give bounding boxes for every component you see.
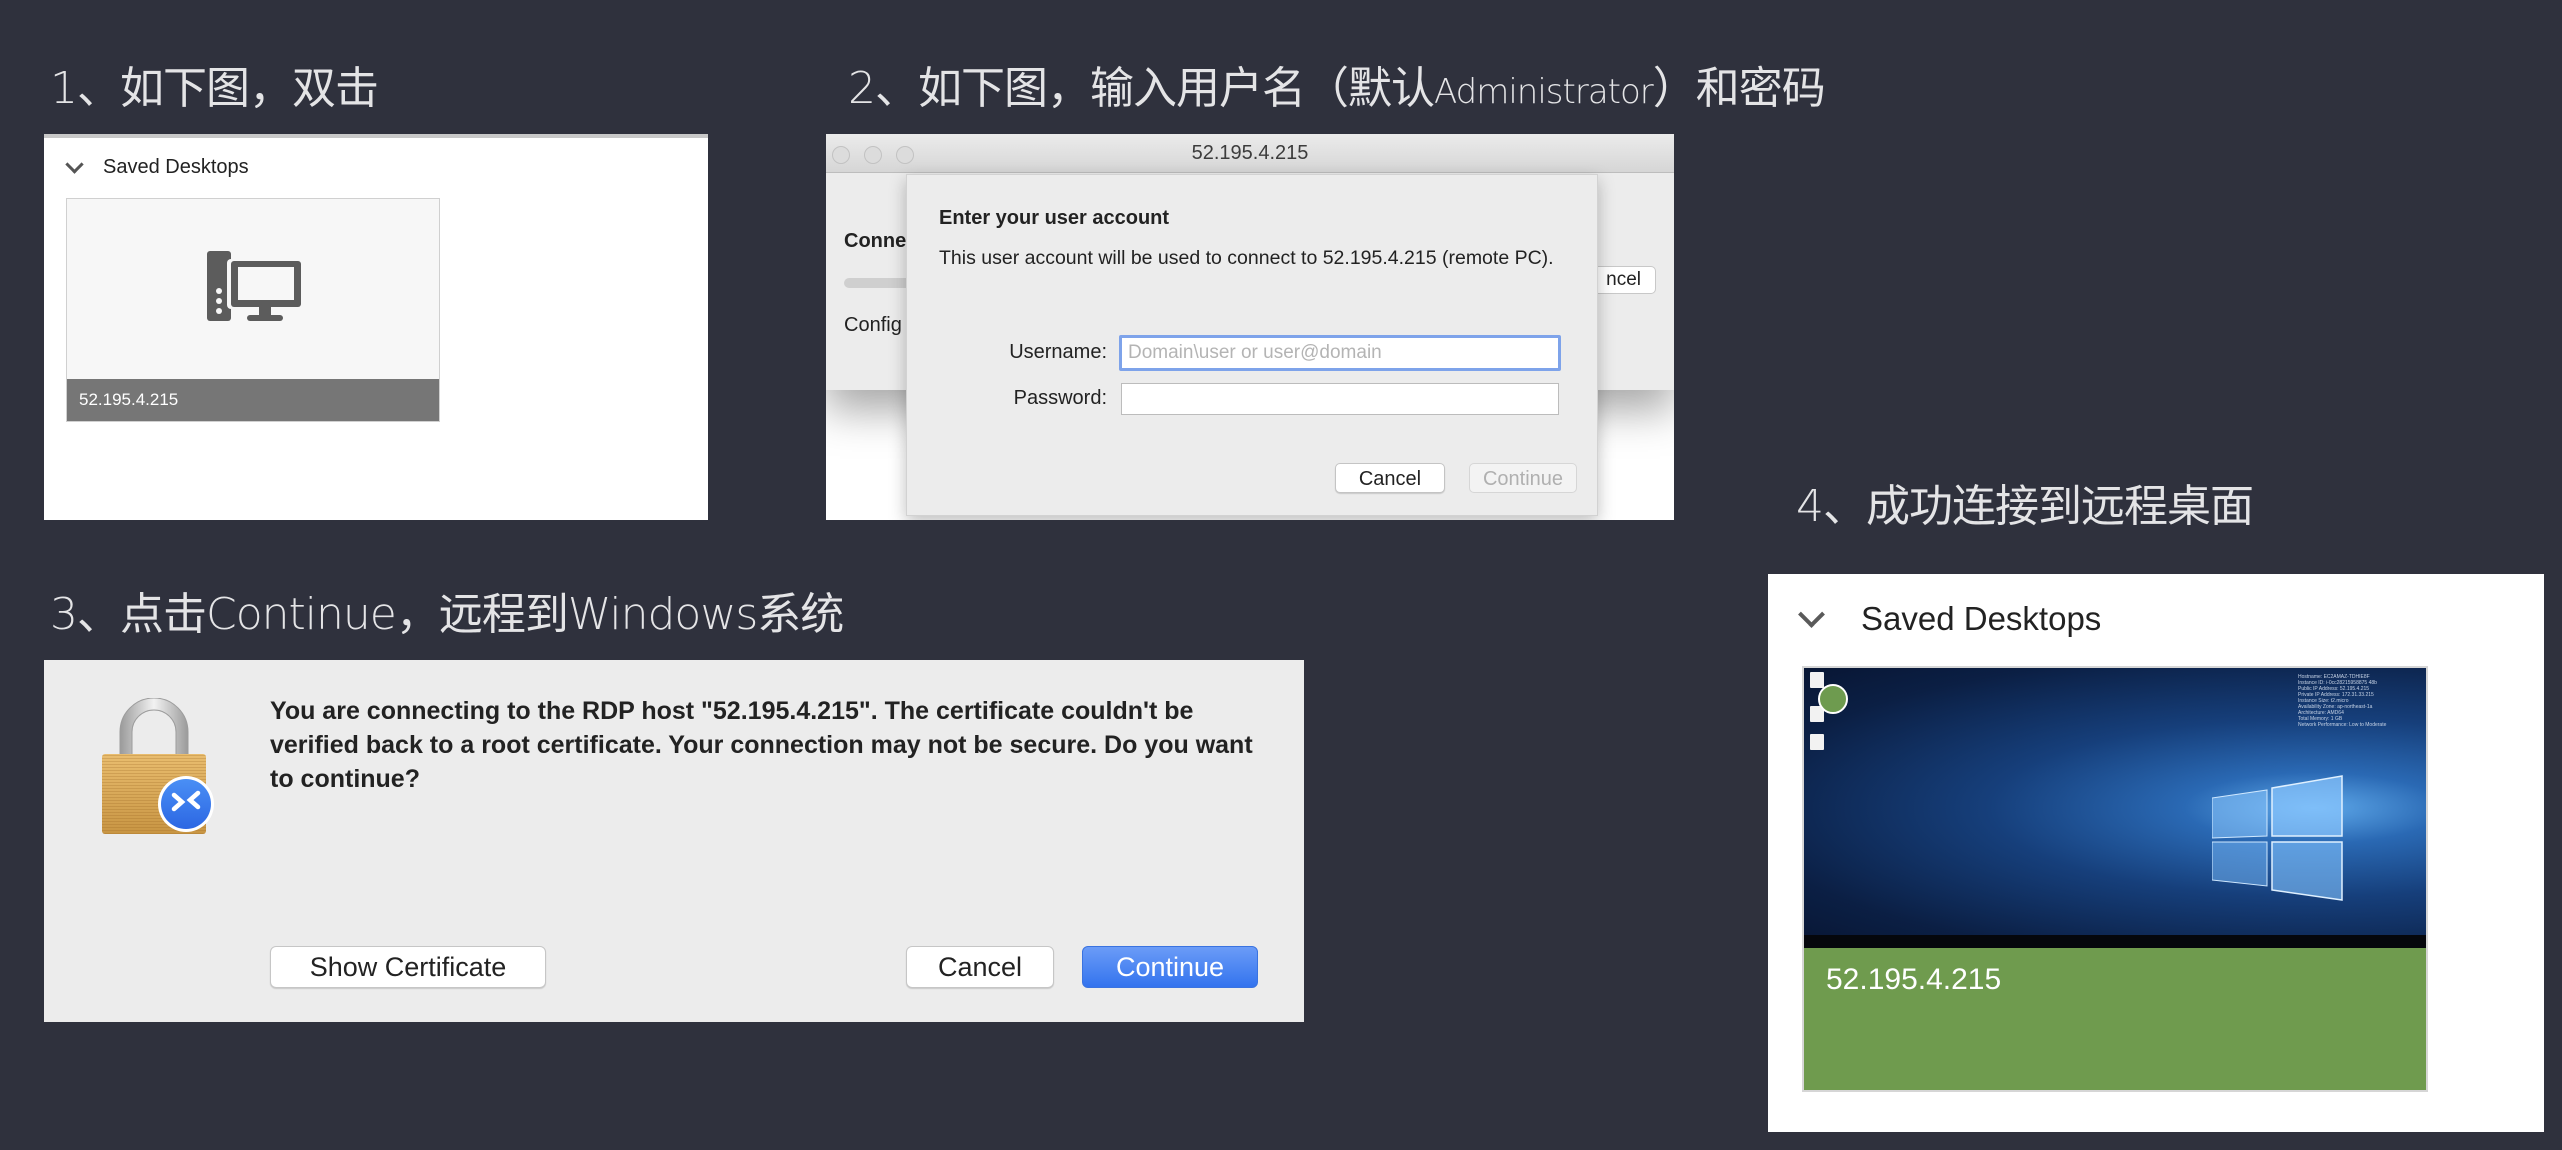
connection-status-indicator xyxy=(1818,684,1848,714)
password-input[interactable] xyxy=(1121,383,1559,415)
close-window-button[interactable] xyxy=(832,146,850,164)
step-3-title: 3、点击Continue，远程到Windows系统 xyxy=(50,589,844,640)
cancel-button[interactable]: Cancel xyxy=(906,946,1054,988)
continue-button[interactable]: Continue xyxy=(1082,946,1258,988)
lock-remote-desktop-icon xyxy=(102,698,214,834)
sheet-description: This user account will be used to connec… xyxy=(939,247,1554,269)
configuring-label: Config xyxy=(844,314,902,336)
saved-desktops-header[interactable]: Saved Desktops xyxy=(1798,600,2102,638)
continue-button-disabled[interactable]: Continue xyxy=(1469,463,1577,493)
step-1-screenshot: Saved Desktops 52.195.4.215 xyxy=(44,134,708,520)
saved-desktops-label: Saved Desktops xyxy=(1861,600,2102,637)
desktop-tile-label: 52.195.4.215 xyxy=(1804,948,2426,1090)
user-account-sheet: Enter your user account This user accoun… xyxy=(906,174,1598,516)
connecting-label: Conne xyxy=(844,230,907,252)
sheet-heading: Enter your user account xyxy=(939,207,1170,229)
certificate-warning-message: You are connecting to the RDP host "52.1… xyxy=(270,697,1253,793)
saved-desktops-header[interactable]: Saved Desktops xyxy=(65,155,249,179)
show-certificate-button[interactable]: Show Certificate xyxy=(270,946,546,988)
windows-taskbar xyxy=(1804,935,2426,948)
step-2-title-pre: 2、如下图，输入用户名（默认 xyxy=(848,63,1435,114)
system-info-overlay: Hostname: EC2AMAZ-TDHIE8F Instance ID: i… xyxy=(2298,674,2422,728)
computer-monitor-icon xyxy=(207,251,303,321)
ec2-microsoft-icon xyxy=(1810,734,1824,750)
username-label: Username: xyxy=(1009,341,1107,363)
windows-logo-icon xyxy=(2212,775,2343,901)
chevron-down-icon[interactable] xyxy=(65,155,84,174)
step-2-title-small: Administrator xyxy=(1434,72,1654,112)
saved-desktops-label: Saved Desktops xyxy=(103,156,249,178)
window-titlebar: 52.195.4.215 xyxy=(826,134,1674,173)
chevron-down-icon[interactable] xyxy=(1798,600,1825,628)
step-4-screenshot: Saved Desktops Hostname: EC2AMAZ-TDHIE8F… xyxy=(1768,574,2544,1132)
sysinfo-line: Network Performance: Low to Moderate xyxy=(2298,722,2387,728)
window-title: 52.195.4.215 xyxy=(1191,142,1309,164)
cancel-button[interactable]: Cancel xyxy=(1335,463,1445,493)
step-4-title: 4、成功连接到远程桌面 xyxy=(1796,481,2254,532)
desktop-tile-label: 52.195.4.215 xyxy=(67,379,439,421)
password-label: Password: xyxy=(1013,387,1107,409)
step-2-title-post: ）和密码 xyxy=(1652,63,1826,114)
connected-desktop-tile[interactable]: Hostname: EC2AMAZ-TDHIE8F Instance ID: i… xyxy=(1802,666,2428,1092)
zoom-window-button[interactable] xyxy=(896,146,914,164)
desktop-tile[interactable]: 52.195.4.215 xyxy=(66,198,440,422)
step-3-screenshot: You are connecting to the RDP host "52.1… xyxy=(44,660,1304,1022)
remote-desktop-thumbnail: Hostname: EC2AMAZ-TDHIE8F Instance ID: i… xyxy=(1804,668,2426,948)
username-input[interactable] xyxy=(1119,335,1561,371)
step-2-screenshot: 52.195.4.215 Conne Config ncel Enter you… xyxy=(826,134,1674,520)
minimize-window-button[interactable] xyxy=(864,146,882,164)
recycle-bin-icon xyxy=(1810,672,1824,688)
step-2-title: 2、如下图，输入用户名（默认Administrator）和密码 xyxy=(848,52,1826,116)
step-1-title: 1、如下图，双击 xyxy=(50,63,379,114)
